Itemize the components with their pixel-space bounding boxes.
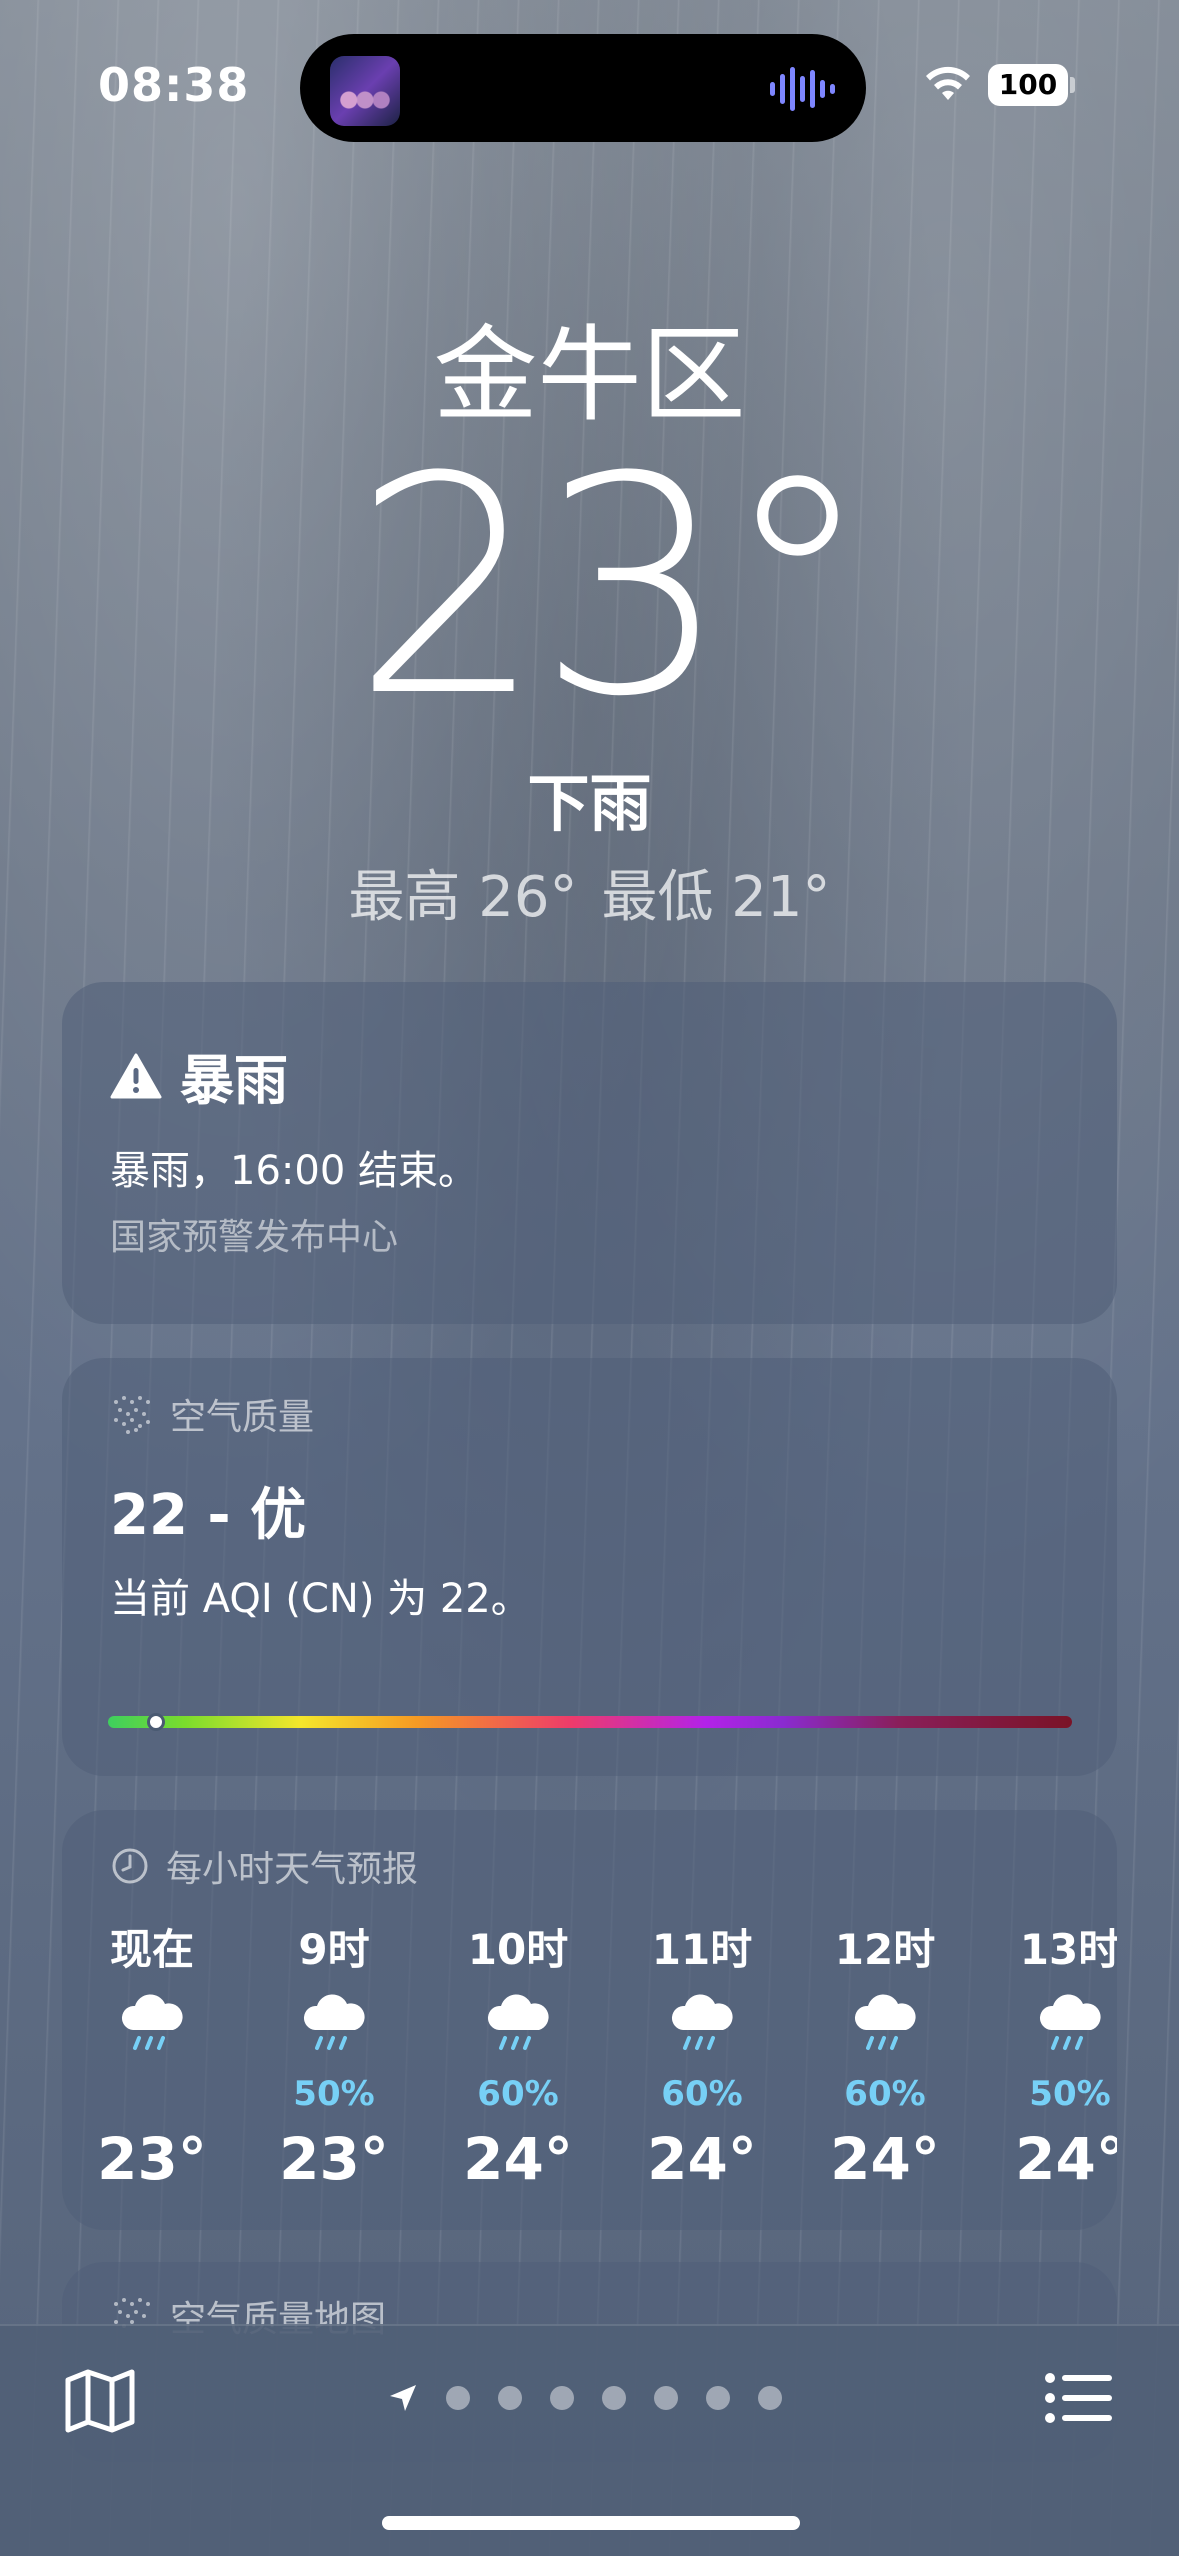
hourly-forecast-header: 每小时天气预报	[110, 1840, 418, 1892]
hour-item: 13时 50% 24°	[980, 1920, 1117, 2194]
clock-icon	[112, 1848, 148, 1884]
hour-precipitation: 50%	[1029, 2074, 1111, 2114]
list-icon[interactable]	[1044, 2370, 1114, 2426]
page-dot[interactable]	[446, 2386, 470, 2410]
page-dot[interactable]	[758, 2386, 782, 2410]
hour-label: 10时	[467, 1925, 569, 1974]
page-dot[interactable]	[654, 2386, 678, 2410]
air-quality-card[interactable]: 空气质量 22 - 优 当前 AQI (CN) 为 22。	[62, 1358, 1117, 1776]
hour-temperature: 23°	[279, 2125, 389, 2193]
rain-cloud-icon	[244, 1980, 424, 2072]
home-indicator[interactable]	[382, 2516, 800, 2530]
aqi-indicator-dot	[147, 1713, 166, 1731]
hour-precipitation: 60%	[477, 2074, 559, 2114]
alert-source: 国家预警发布中心	[110, 1217, 399, 1258]
aqi-scale-bar	[108, 1713, 1072, 1731]
battery-tip	[1070, 77, 1075, 93]
hourly-forecast-card[interactable]: 每小时天气预报 现在 23° 9时 50% 23° 10时 60% 24° 11…	[62, 1810, 1117, 2230]
weather-condition: 下雨	[527, 767, 652, 840]
alert-title: 暴雨	[180, 1049, 288, 1112]
hour-precipitation: 60%	[661, 2074, 743, 2114]
waveform-icon	[770, 66, 836, 112]
page-dot[interactable]	[706, 2386, 730, 2410]
hour-precipitation: 60%	[844, 2074, 926, 2114]
hourly-forecast-header-label: 每小时天气预报	[166, 1849, 419, 1890]
hour-temperature: 24°	[1015, 2125, 1117, 2193]
hour-temperature: 23°	[97, 2125, 207, 2193]
hour-label: 12时	[834, 1925, 936, 1974]
hourly-scroll[interactable]: 现在 23° 9时 50% 23° 10时 60% 24° 11时 60% 24…	[62, 1920, 1117, 2220]
hour-item: 9时 50% 23°	[244, 1920, 424, 2194]
high-low: 最高 26° 最低 21°	[0, 862, 1179, 934]
low-temp: 最低 21°	[601, 865, 831, 930]
hour-temperature: 24°	[463, 2125, 573, 2193]
album-art-icon[interactable]	[330, 56, 400, 126]
hour-item: 12时 60% 24°	[795, 1920, 975, 2194]
air-quality-dots-icon	[114, 1396, 150, 1434]
bottom-toolbar	[0, 2324, 1179, 2556]
hour-temperature: 24°	[647, 2125, 757, 2193]
hour-temperature: 24°	[830, 2125, 940, 2193]
hour-label: 13时	[1019, 1925, 1117, 1974]
high-temp: 最高 26°	[348, 865, 578, 930]
wifi-icon	[926, 66, 970, 100]
hour-label: 9时	[298, 1925, 370, 1974]
page-dot[interactable]	[550, 2386, 574, 2410]
page-indicator[interactable]	[388, 2378, 782, 2418]
current-temperature: 23°	[352, 413, 873, 762]
rain-cloud-icon	[428, 1980, 608, 2072]
hour-label: 现在	[109, 1925, 194, 1974]
alert-title-row: 暴雨	[110, 1036, 288, 1115]
map-icon[interactable]	[64, 2368, 136, 2434]
page-dot[interactable]	[602, 2386, 626, 2410]
air-quality-header: 空气质量	[110, 1388, 314, 1440]
page-dot[interactable]	[498, 2386, 522, 2410]
hour-precipitation: 50%	[293, 2074, 375, 2114]
hour-item: 11时 60% 24°	[612, 1920, 792, 2194]
aqi-description: 当前 AQI (CN) 为 22。	[110, 1576, 531, 1622]
hour-item: 现在 23°	[62, 1920, 242, 2194]
location-arrow-icon[interactable]	[388, 2383, 418, 2413]
hour-label: 11时	[651, 1925, 753, 1974]
battery-icon: 100	[988, 64, 1068, 106]
alert-body: 暴雨，16:00 结束。	[110, 1148, 478, 1194]
status-bar: 08:38 100	[0, 0, 1179, 150]
air-quality-header-label: 空气质量	[170, 1397, 315, 1438]
rain-cloud-icon	[980, 1980, 1117, 2072]
dynamic-island[interactable]	[300, 34, 866, 142]
aqi-value: 22 - 优	[110, 1483, 307, 1548]
current-weather: 金牛区 23° 下雨 最高 26° 最低 21°	[0, 310, 1179, 934]
rain-cloud-icon	[612, 1980, 792, 2072]
hour-precipitation	[62, 2072, 242, 2116]
rain-cloud-icon	[62, 1980, 242, 2072]
rain-cloud-icon	[795, 1980, 975, 2072]
severe-weather-alert-card[interactable]: 暴雨 暴雨，16:00 结束。 国家预警发布中心	[62, 982, 1117, 1324]
hour-item: 10时 60% 24°	[428, 1920, 608, 2194]
status-time: 08:38	[98, 58, 250, 112]
warning-triangle-icon	[110, 1053, 162, 1098]
